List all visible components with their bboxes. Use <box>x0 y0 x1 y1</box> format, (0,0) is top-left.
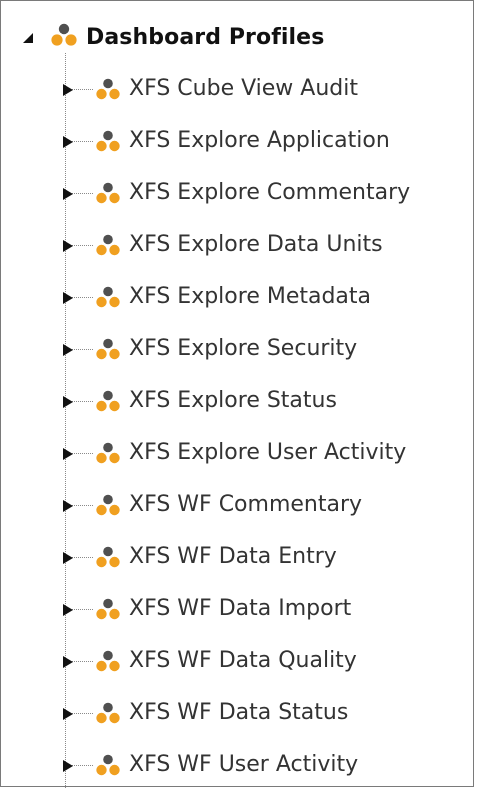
tree-item-label: XFS WF User Activity <box>129 752 359 777</box>
tree-item[interactable]: XFS Explore Metadata <box>1 271 471 323</box>
tree-item[interactable]: XFS WF Data Import <box>1 583 471 635</box>
profile-group-icon <box>95 701 121 725</box>
tree-item[interactable]: XFS Explore Status <box>1 375 471 427</box>
tree-children: XFS Cube View Audit XFS Explore Applicati… <box>1 63 471 791</box>
tree-panel: Dashboard Profiles XFS Cube View Audit XF… <box>0 0 474 788</box>
profile-group-icon <box>95 129 121 153</box>
profile-group-icon <box>95 285 121 309</box>
tree-item[interactable]: XFS Cube View Audit <box>1 63 471 115</box>
collapse-arrow-icon[interactable] <box>21 30 35 44</box>
expand-arrow-icon[interactable] <box>62 706 74 720</box>
tree-root-label: Dashboard Profiles <box>86 24 325 50</box>
tree-item[interactable]: XFS Explore Commentary <box>1 167 471 219</box>
tree-item-label: XFS WF Data Entry <box>129 544 337 569</box>
tree-item-label: XFS WF Commentary <box>129 492 363 517</box>
expand-arrow-icon[interactable] <box>62 82 74 96</box>
tree-item[interactable]: XFS WF Commentary <box>1 479 471 531</box>
profile-group-icon <box>95 181 121 205</box>
tree-item-label: XFS Explore Data Units <box>129 232 383 257</box>
tree-item[interactable]: XFS WF Data Entry <box>1 531 471 583</box>
profile-group-icon <box>50 22 78 52</box>
tree-item-label: XFS Explore Metadata <box>129 284 372 309</box>
tree-item-label: XFS Explore Status <box>129 388 337 413</box>
expand-arrow-icon[interactable] <box>62 290 74 304</box>
expand-arrow-icon[interactable] <box>62 550 74 564</box>
profile-group-icon <box>95 545 121 569</box>
tree-item[interactable]: XFS WF Data Quality <box>1 635 471 687</box>
expand-arrow-icon[interactable] <box>62 186 74 200</box>
profile-group-icon <box>95 337 121 361</box>
tree-item[interactable]: XFS WF Data Status <box>1 687 471 739</box>
expand-arrow-icon[interactable] <box>62 394 74 408</box>
tree-item[interactable]: XFS Explore User Activity <box>1 427 471 479</box>
tree-item-label: XFS WF Data Status <box>129 700 349 725</box>
profile-group-icon <box>95 389 121 413</box>
profile-group-icon <box>95 649 121 673</box>
expand-arrow-icon[interactable] <box>62 758 74 772</box>
tree-item-label: XFS WF Data Import <box>129 596 352 621</box>
tree-item[interactable]: XFS Explore Application <box>1 115 471 167</box>
expand-arrow-icon[interactable] <box>62 134 74 148</box>
tree-item[interactable]: XFS WF User Activity <box>1 739 471 791</box>
profile-group-icon <box>95 441 121 465</box>
profile-group-icon <box>95 77 121 101</box>
tree-item-label: XFS Explore Security <box>129 336 358 361</box>
profile-group-icon <box>95 233 121 257</box>
tree-item-label: XFS Explore User Activity <box>129 440 407 465</box>
expand-arrow-icon[interactable] <box>62 602 74 616</box>
tree-root-row[interactable]: Dashboard Profiles <box>21 21 324 53</box>
expand-arrow-icon[interactable] <box>62 654 74 668</box>
tree-item[interactable]: XFS Explore Data Units <box>1 219 471 271</box>
tree-item[interactable]: XFS Explore Security <box>1 323 471 375</box>
expand-arrow-icon[interactable] <box>62 446 74 460</box>
tree-item-label: XFS WF Data Quality <box>129 648 357 673</box>
expand-arrow-icon[interactable] <box>62 342 74 356</box>
tree-item-label: XFS Explore Application <box>129 128 390 153</box>
profile-group-icon <box>95 493 121 517</box>
profile-group-icon <box>95 753 121 777</box>
profile-group-icon <box>95 597 121 621</box>
tree-item-label: XFS Explore Commentary <box>129 180 411 205</box>
tree-item-label: XFS Cube View Audit <box>129 76 358 101</box>
expand-arrow-icon[interactable] <box>62 238 74 252</box>
expand-arrow-icon[interactable] <box>62 498 74 512</box>
